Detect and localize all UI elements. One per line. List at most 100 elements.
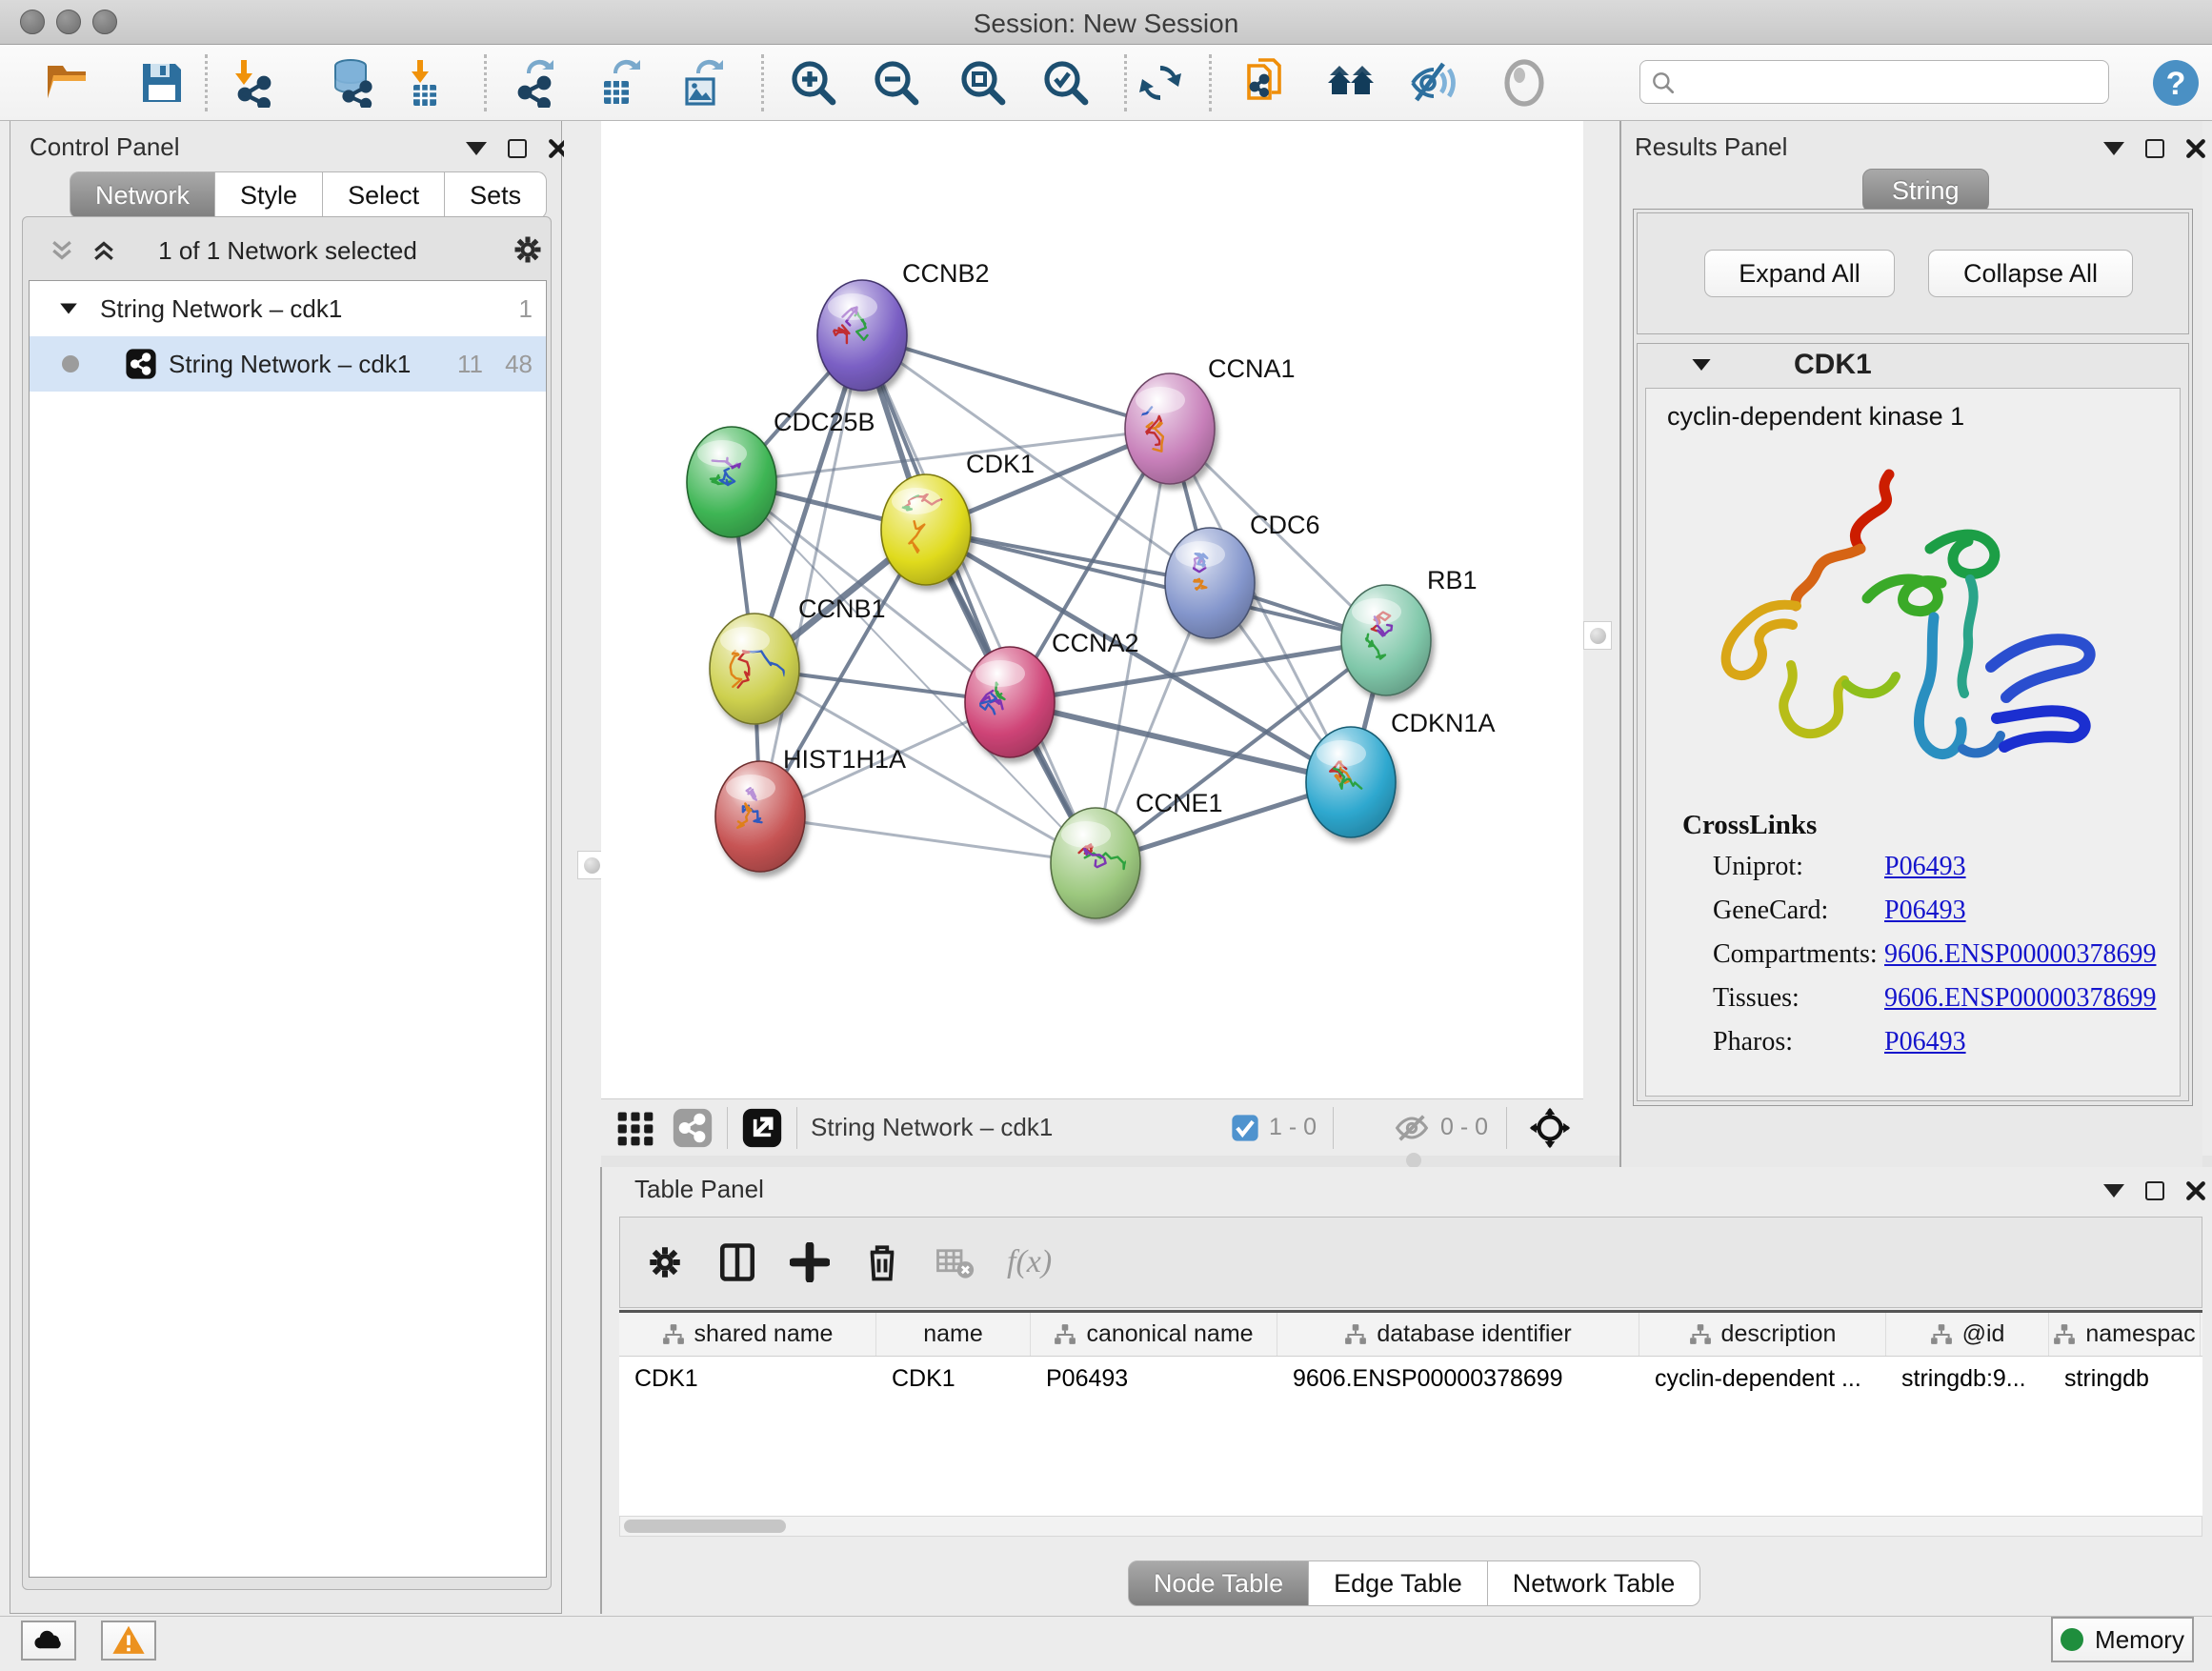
gear-icon[interactable] [645,1242,685,1282]
network-node[interactable]: CCNB1 [710,594,886,724]
crosslink-pharos-link[interactable]: P06493 [1884,1027,1966,1057]
network-edge[interactable] [862,335,1096,863]
memory-button[interactable]: Memory [2051,1617,2194,1662]
crosslink-compartments-link[interactable]: 9606.ENSP00000378699 [1884,939,2156,970]
left-splitter[interactable] [564,121,601,1156]
tab-edge-table[interactable]: Edge Table [1309,1560,1488,1606]
network-node[interactable]: CDKN1A [1306,709,1496,837]
protein-section: CDK1 cyclin-dependent kinase 1 [1637,343,2189,1101]
tree-expander-icon[interactable] [58,298,79,319]
fit-content-crosshair-icon[interactable] [1528,1106,1572,1150]
column-header[interactable]: shared name [619,1313,876,1356]
column-header[interactable]: canonical name [1031,1313,1277,1356]
column-header[interactable]: description [1639,1313,1886,1356]
warnings-button[interactable] [101,1621,156,1661]
crosslink-label: Compartments: [1713,939,1878,969]
section-expander-icon[interactable] [1690,353,1713,376]
table-cell[interactable]: stringdb [2049,1357,2201,1400]
expand-all-button[interactable]: Expand All [1704,250,1895,297]
gear-icon[interactable] [511,232,545,267]
panel-close-icon[interactable] [2185,138,2206,159]
zoom-out-icon[interactable] [872,58,921,108]
table-cell[interactable]: 9606.ENSP00000378699 [1277,1357,1639,1400]
network-node[interactable]: CCNA1 [1125,354,1296,484]
network-node[interactable]: CDC25B [687,408,875,537]
help-icon[interactable]: ? [2151,58,2201,108]
home-icon[interactable] [1326,58,1376,108]
show-hide-graphics-icon[interactable] [1409,58,1458,108]
network-tree-item-row[interactable]: String Network – cdk1 11 48 [30,336,546,392]
panel-close-icon[interactable] [2185,1180,2206,1201]
column-header[interactable]: @id [1886,1313,2049,1356]
export-image-icon[interactable] [677,58,727,108]
grayed-eye-icon[interactable] [1499,58,1549,108]
string-network-graph[interactable]: CCNB2CCNA1CDC25BCDK1CDC6RB1CCNB1CCNA2CDK… [601,121,1583,1098]
cloud-button[interactable] [21,1621,76,1661]
zoom-selected-icon[interactable] [1041,58,1091,108]
crosslink-uniprot-link[interactable]: P06493 [1884,852,1966,882]
export-table-icon[interactable] [594,58,644,108]
table-cell[interactable]: CDK1 [876,1357,1031,1400]
panel-float-icon[interactable] [2103,1184,2124,1198]
zoom-fit-icon[interactable] [958,58,1008,108]
network-edge[interactable] [862,335,1170,429]
network-node[interactable]: HIST1H1A [715,745,906,872]
add-column-icon[interactable] [790,1242,830,1282]
tab-style[interactable]: Style [215,171,323,219]
crosslink-label: Pharos: [1713,1027,1793,1057]
table-cell[interactable]: CDK1 [619,1357,876,1400]
delete-column-icon[interactable] [862,1242,902,1282]
refresh-icon[interactable] [1136,58,1185,108]
selected-checkbox-icon[interactable] [1231,1114,1259,1142]
hidden-eye-icon[interactable] [1393,1109,1431,1147]
tab-string[interactable]: String [1862,169,1989,212]
crosslink-genecard-link[interactable]: P06493 [1884,896,1966,926]
tab-network-table[interactable]: Network Table [1488,1560,1701,1606]
edge-count: 48 [505,350,533,379]
table-cell[interactable]: stringdb:9... [1886,1357,2049,1400]
zoom-in-icon[interactable] [789,58,838,108]
network-overview-icon[interactable] [672,1107,714,1149]
network-node[interactable]: CCNA2 [965,629,1139,757]
tab-select[interactable]: Select [323,171,445,219]
table-cell[interactable]: cyclin-dependent ... [1639,1357,1886,1400]
right-splitter-collapse-handle[interactable] [1583,621,1612,650]
string-import-icon[interactable] [1243,58,1293,108]
network-node[interactable]: CCNB2 [817,259,990,391]
import-table-icon[interactable] [400,58,450,108]
panel-maximize-icon[interactable] [508,139,527,158]
search-input[interactable] [1639,60,2109,104]
collapse-all-button[interactable]: Collapse All [1928,250,2133,297]
tab-node-table[interactable]: Node Table [1128,1560,1309,1606]
network-canvas[interactable]: CCNB2CCNA1CDC25BCDK1CDC6RB1CCNB1CCNA2CDK… [601,121,1583,1098]
column-header[interactable]: namespac [2049,1313,2201,1356]
table-horizontal-scrollbar[interactable] [619,1516,2202,1537]
scrollbar-thumb[interactable] [624,1520,786,1533]
right-splitter[interactable] [1583,121,1619,1156]
column-header[interactable]: database identifier [1277,1313,1639,1356]
panel-maximize-icon[interactable] [2145,139,2164,158]
save-session-icon[interactable] [137,58,187,108]
table-cell[interactable]: P06493 [1031,1357,1277,1400]
network-edge[interactable] [1010,702,1351,782]
tab-sets[interactable]: Sets [445,171,547,219]
show-columns-icon[interactable] [717,1242,757,1282]
birdseye-grid-icon[interactable] [614,1107,656,1149]
network-tree-root-row[interactable]: String Network – cdk1 1 [30,281,546,336]
panel-maximize-icon[interactable] [2145,1181,2164,1200]
panel-float-icon[interactable] [466,142,487,155]
export-network-icon[interactable] [512,58,561,108]
network-node[interactable]: RB1 [1341,566,1478,695]
table-row[interactable]: CDK1CDK1P064939606.ENSP00000378699cyclin… [619,1357,2202,1400]
column-header[interactable]: name [876,1313,1031,1356]
open-file-icon[interactable] [44,58,93,108]
protein-section-header[interactable]: CDK1 [1638,344,2188,386]
network-node[interactable]: CCNE1 [1051,789,1223,918]
import-network-from-file-icon[interactable] [228,58,277,108]
panel-float-icon[interactable] [2103,142,2124,155]
open-in-new-window-icon[interactable] [741,1107,783,1149]
crosslink-tissues-link[interactable]: 9606.ENSP00000378699 [1884,983,2156,1014]
network-edge[interactable] [760,816,1096,863]
tab-network[interactable]: Network [70,171,215,219]
import-network-from-database-icon[interactable] [328,58,377,108]
